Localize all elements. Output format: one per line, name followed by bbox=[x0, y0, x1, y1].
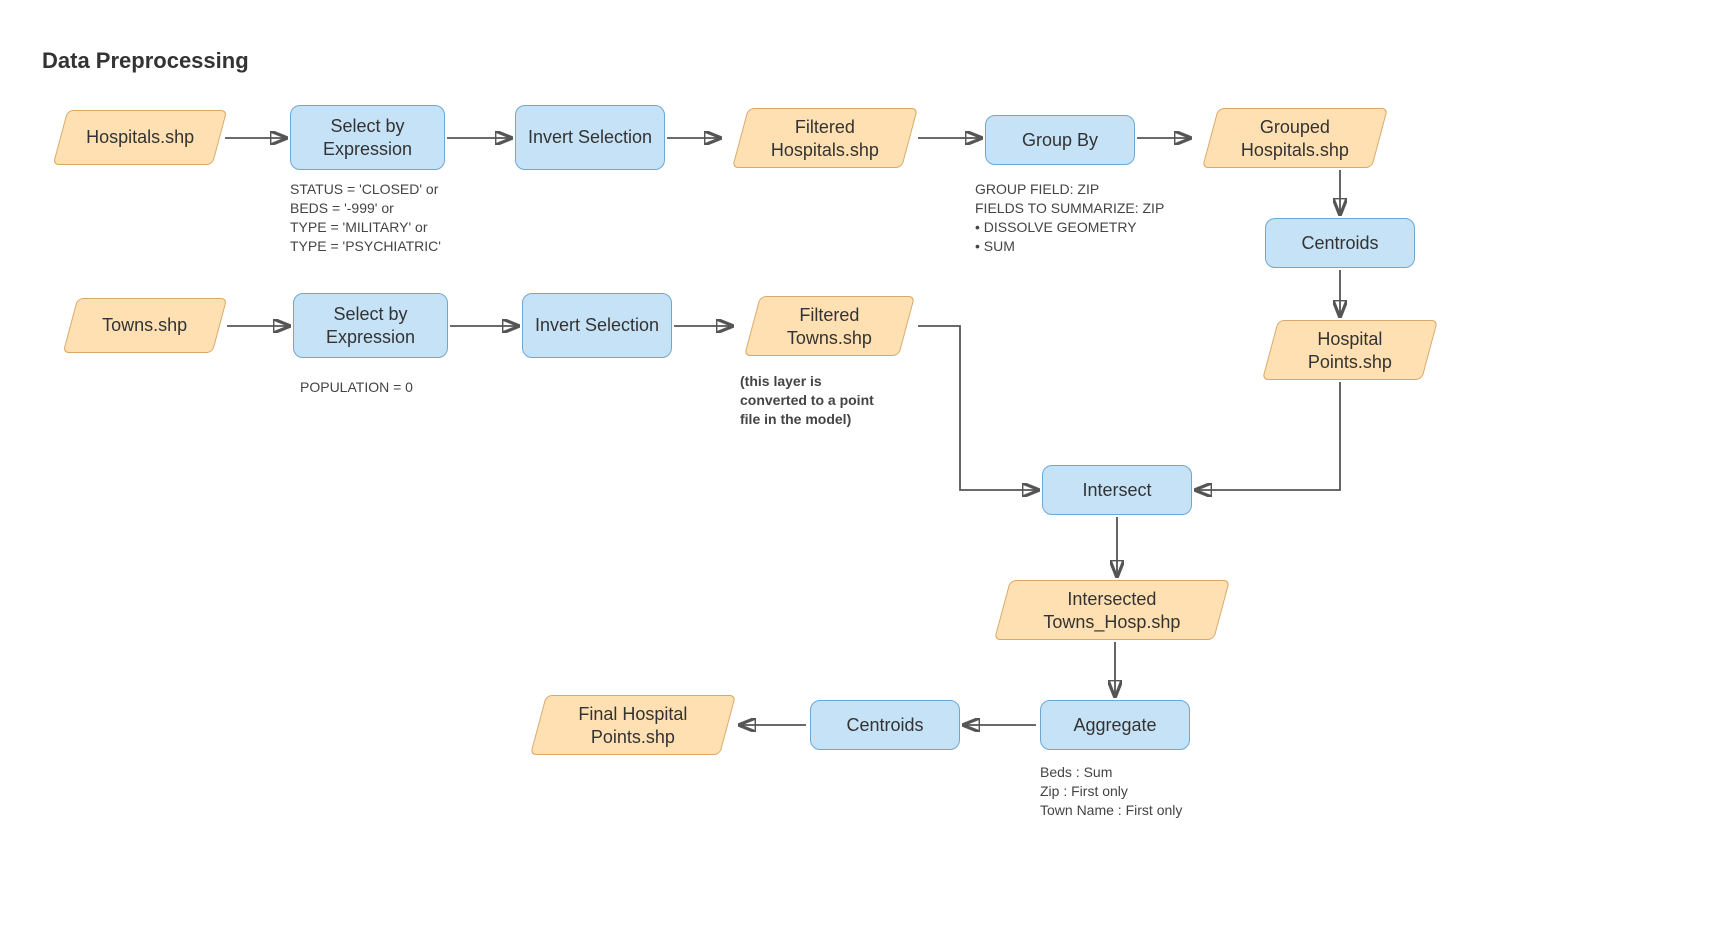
data-grouped-hospitals: Grouped Hospitals.shp bbox=[1202, 108, 1388, 168]
process-invert-selection-hospitals: Invert Selection bbox=[515, 105, 665, 170]
process-intersect: Intersect bbox=[1042, 465, 1192, 515]
caption-select-expression-towns: POPULATION = 0 bbox=[300, 378, 413, 397]
data-filtered-towns: Filtered Towns.shp bbox=[744, 296, 915, 356]
process-invert-selection-towns: Invert Selection bbox=[522, 293, 672, 358]
diagram-canvas: Data Preprocessing Hospitals.shp Select … bbox=[0, 0, 1710, 946]
process-invert-selection-towns-label: Invert Selection bbox=[535, 314, 659, 337]
process-group-by-label: Group By bbox=[1022, 129, 1098, 152]
process-select-expression-towns: Select by Expression bbox=[293, 293, 448, 358]
data-intersected-label: Intersected Towns_Hosp.shp bbox=[1013, 588, 1211, 633]
caption-filtered-towns: (this layer is converted to a point file… bbox=[740, 372, 874, 429]
caption-aggregate: Beds : Sum Zip : First only Town Name : … bbox=[1040, 763, 1182, 820]
data-final-hospital-points: Final Hospital Points.shp bbox=[530, 695, 736, 755]
arrow-hpoints-to-intersect bbox=[1196, 382, 1340, 490]
data-hospitals-shp: Hospitals.shp bbox=[53, 110, 228, 165]
process-select-expression-hospitals-label: Select by Expression bbox=[301, 115, 434, 160]
data-filtered-hospitals: Filtered Hospitals.shp bbox=[732, 108, 918, 168]
data-towns-shp: Towns.shp bbox=[63, 298, 228, 353]
process-aggregate: Aggregate bbox=[1040, 700, 1190, 750]
process-group-by: Group By bbox=[985, 115, 1135, 165]
data-grouped-hospitals-label: Grouped Hospitals.shp bbox=[1221, 116, 1369, 161]
process-invert-selection-hospitals-label: Invert Selection bbox=[528, 126, 652, 149]
process-aggregate-label: Aggregate bbox=[1073, 714, 1156, 737]
process-centroids-1-label: Centroids bbox=[1301, 232, 1378, 255]
process-select-expression-hospitals: Select by Expression bbox=[290, 105, 445, 170]
data-hospitals-shp-label: Hospitals.shp bbox=[86, 126, 194, 149]
data-hospital-points: Hospital Points.shp bbox=[1262, 320, 1438, 380]
data-hospital-points-label: Hospital Points.shp bbox=[1281, 328, 1419, 373]
process-centroids-2-label: Centroids bbox=[846, 714, 923, 737]
process-centroids-2: Centroids bbox=[810, 700, 960, 750]
caption-group-by: GROUP FIELD: ZIP FIELDS TO SUMMARIZE: ZI… bbox=[975, 180, 1164, 256]
process-centroids-1: Centroids bbox=[1265, 218, 1415, 268]
data-towns-shp-label: Towns.shp bbox=[102, 314, 187, 337]
data-filtered-towns-label: Filtered Towns.shp bbox=[763, 304, 896, 349]
page-title: Data Preprocessing bbox=[42, 48, 249, 74]
process-select-expression-towns-label: Select by Expression bbox=[304, 303, 437, 348]
caption-select-expression-hospitals: STATUS = 'CLOSED' or BEDS = '-999' or TY… bbox=[290, 180, 441, 256]
data-final-hospital-points-label: Final Hospital Points.shp bbox=[549, 703, 717, 748]
data-filtered-hospitals-label: Filtered Hospitals.shp bbox=[751, 116, 899, 161]
data-intersected: Intersected Towns_Hosp.shp bbox=[994, 580, 1230, 640]
arrow-filteredtowns-to-intersect bbox=[918, 326, 1038, 490]
process-intersect-label: Intersect bbox=[1082, 479, 1151, 502]
